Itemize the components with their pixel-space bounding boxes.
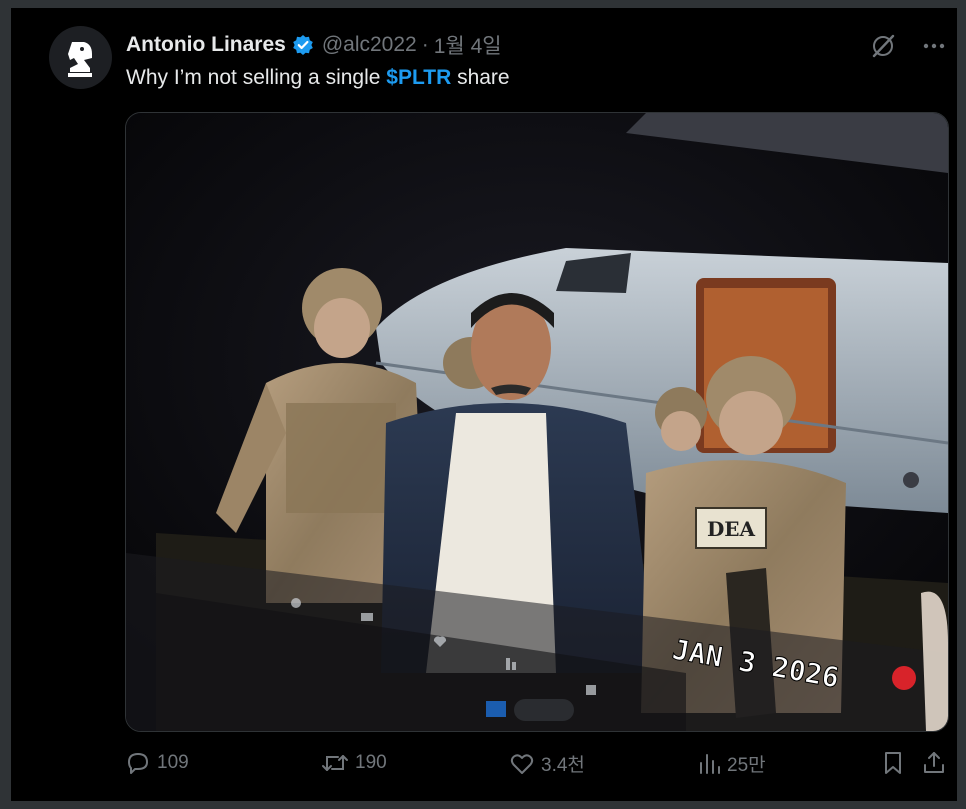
author-handle[interactable]: @alc2022 <box>322 33 417 57</box>
top-actions <box>869 32 947 60</box>
chess-knight-logo <box>67 41 92 77</box>
cashtag-link[interactable]: $PLTR <box>386 66 451 89</box>
red-app-icon <box>892 666 916 690</box>
tweet-header: Antonio Linares @alc2022 · 1월 4일 <box>126 30 502 60</box>
views-button[interactable]: 25만 <box>697 750 766 777</box>
tweet-photo[interactable]: DEA JAN 3 2026 <box>125 112 949 732</box>
more-icon[interactable] <box>921 33 947 59</box>
share-icon <box>924 752 944 773</box>
tweet-text-before: Why I’m not selling a single <box>126 66 387 89</box>
views-count: 25만 <box>727 755 766 776</box>
grok-icon[interactable] <box>869 32 897 60</box>
repost-count: 190 <box>355 752 387 773</box>
bookmark-button[interactable] <box>881 750 905 776</box>
arrow-icon <box>903 472 919 488</box>
tweet-date[interactable]: 1월 4일 <box>434 30 502 60</box>
tweet-text: Why I’m not selling a single $PLTR share <box>126 66 510 90</box>
reply-icon <box>128 753 148 774</box>
separator-dot: · <box>421 33 429 56</box>
verified-badge-icon[interactable] <box>292 34 314 56</box>
window-frame: Antonio Linares @alc2022 · 1월 4일 Why I’m… <box>0 0 966 809</box>
like-button[interactable]: 3.4천 <box>509 750 585 777</box>
tweet-card[interactable]: Antonio Linares @alc2022 · 1월 4일 Why I’m… <box>10 8 957 801</box>
tweet-text-after: share <box>451 66 510 89</box>
heart-icon <box>510 753 534 774</box>
tweet-actions: 109 190 3.4천 25만 <box>125 750 949 782</box>
bookmark-icon <box>885 752 901 774</box>
author-name[interactable]: Antonio Linares <box>126 33 286 57</box>
reply-count: 109 <box>157 752 189 773</box>
reply-button[interactable]: 109 <box>125 750 189 776</box>
taskbar-search <box>514 699 574 721</box>
dea-patch: DEA <box>707 517 756 541</box>
repost-icon <box>322 755 348 771</box>
repost-button[interactable]: 190 <box>321 750 387 776</box>
views-icon <box>700 753 720 774</box>
share-button[interactable] <box>921 750 947 776</box>
taskbar-icon <box>486 701 506 717</box>
avatar[interactable] <box>49 26 112 89</box>
like-count: 3.4천 <box>541 755 585 776</box>
